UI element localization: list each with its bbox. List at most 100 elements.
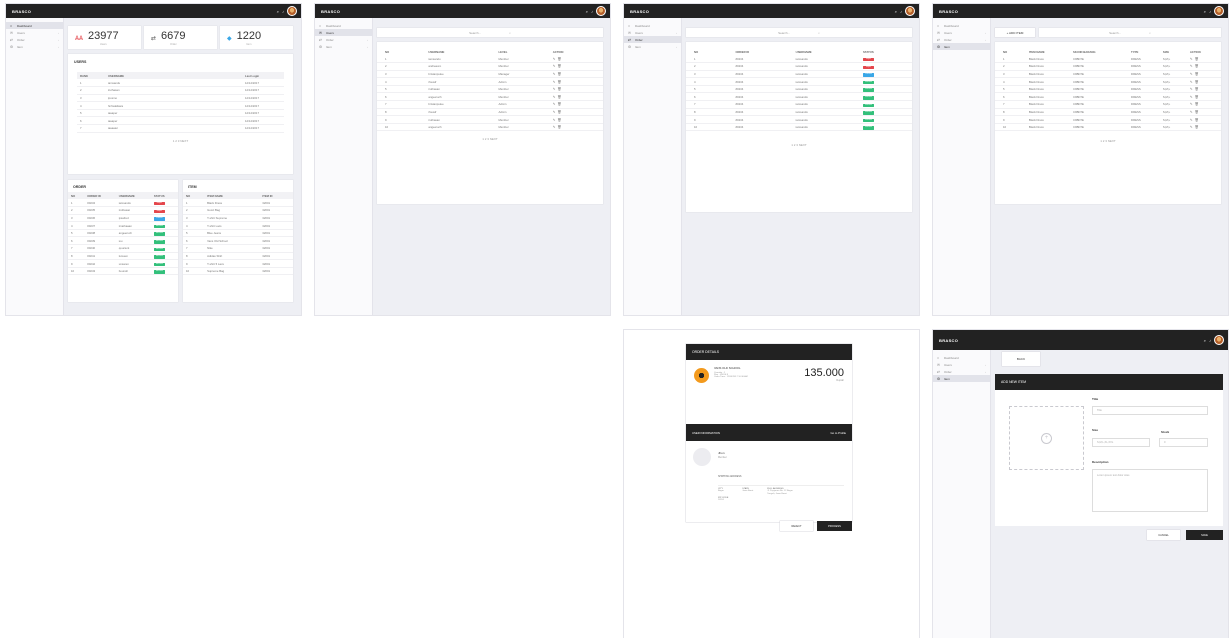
cancel-button[interactable]: CANCEL (1147, 530, 1180, 540)
sidebar-item-item[interactable]: ⚙ Item › (315, 43, 372, 50)
sidebar-item-order[interactable]: ⇄ Order › (6, 36, 63, 43)
table-row[interactable]: 5 iaaaper 12/12/2017 (77, 109, 284, 118)
trash-icon[interactable]: 🗑 (557, 95, 563, 99)
table-row[interactable]: 7 iaaaaier 12/12/2017 (77, 124, 284, 133)
table-row[interactable]: 6 Black Dress C9BD7E DRESS S,M,L ✎🗑 (995, 92, 1221, 102)
search-input[interactable]: Search... ⌕ (686, 28, 912, 37)
search-icon[interactable]: ⌕ (277, 9, 279, 14)
sidebar-item-dashboard[interactable]: ⌂ Dashboard (6, 22, 63, 29)
trash-icon[interactable]: 🗑 (1195, 102, 1201, 106)
bell-icon[interactable]: ♪ (282, 9, 284, 14)
bell-icon[interactable]: ♪ (1209, 338, 1211, 343)
table-row[interactable]: 5 iruthasan Member ✎🗑 (377, 85, 603, 94)
table-row[interactable]: 2 iruthasan 12/12/2017 (77, 86, 284, 95)
sidebar-item-item[interactable]: ⚙ Item › (624, 43, 681, 50)
sidebar-item-order[interactable]: ⇄ Order › (933, 368, 990, 375)
table-row[interactable]: 2 #0235 iruthasan Reject (68, 206, 178, 215)
process-button[interactable]: PROCESS (817, 521, 852, 531)
trash-icon[interactable]: 🗑 (557, 57, 563, 61)
size-input[interactable]: S,M,L,XL,XXL (1092, 438, 1150, 447)
trash-icon[interactable]: 🗑 (1195, 118, 1201, 122)
table-row[interactable]: 1 #0234 iamsandu Reject (686, 55, 912, 64)
table-row[interactable]: 1 iamsandu Member ✎🗑 (377, 55, 603, 64)
table-row[interactable]: 5 Black Dress C9BD7E DRESS S,M,L ✎🗑 (995, 85, 1221, 94)
search-icon[interactable]: ⌕ (1204, 9, 1206, 14)
brand-logo[interactable]: BRASCO (321, 9, 340, 14)
sidebar-item-order[interactable]: ⇄ Order (624, 36, 681, 43)
sidebar-item-order[interactable]: ⇄ Order › (315, 36, 372, 43)
sidebar-item-order[interactable]: ⇄ Order › (933, 36, 990, 43)
table-row[interactable]: 8 ihsusif Admin ✎🗑 (377, 108, 603, 117)
table-row[interactable]: 5 #0234 iamsandu Success (686, 85, 912, 94)
table-row[interactable]: 3 iposmo 12/12/2017 (77, 94, 284, 103)
table-row[interactable]: 2 #0234 iamsandu Reject (686, 62, 912, 71)
sidebar-item-users[interactable]: ✉ Users › (6, 29, 63, 36)
table-row[interactable]: 5 #0238 angeeruch Success (68, 229, 178, 238)
trash-icon[interactable]: 🗑 (557, 64, 563, 68)
go-to-profile-link[interactable]: Go to Profile (830, 431, 846, 435)
sidebar-item-dashboard[interactable]: ⌂ Dashboard (315, 22, 372, 29)
table-row[interactable]: 4 #0234 iamsandu Success (686, 77, 912, 86)
table-row[interactable]: 3 Black Dress C9BD7E DRESS S,M,L ✎🗑 (995, 70, 1221, 79)
table-row[interactable]: 1 #0234 iamsandu Reject (68, 199, 178, 208)
trash-icon[interactable]: 🗑 (1195, 64, 1201, 68)
table-row[interactable]: 2 Gucci Bag 32001 (183, 206, 293, 215)
table-row[interactable]: 3 T-shirt Supreme 32001 (183, 214, 293, 223)
table-row[interactable]: 10 Black Dress C9BD7E DRESS S,M,L ✎🗑 (995, 123, 1221, 132)
bell-icon[interactable]: ♪ (900, 9, 902, 14)
table-row[interactable]: 10 angeeruch Member ✎🗑 (377, 123, 603, 132)
table-row[interactable]: 6 Vans Old School 32001 (183, 236, 293, 246)
table-row[interactable]: 9 iruthasan Member ✎🗑 (377, 115, 603, 124)
pagination[interactable]: 1 2 3 NEXT (377, 131, 603, 141)
trash-icon[interactable]: 🗑 (557, 125, 563, 129)
brand-logo[interactable]: BRASCO (12, 9, 31, 14)
title-input[interactable]: Title (1092, 406, 1208, 415)
table-row[interactable]: 10 Supreme Bag 32001 (183, 267, 293, 276)
table-row[interactable]: 7 bristanpulee Admin ✎🗑 (377, 100, 603, 109)
trash-icon[interactable]: 🗑 (1195, 57, 1201, 61)
trash-icon[interactable]: 🗑 (1195, 125, 1201, 129)
table-row[interactable]: 2 andreaoro Member ✎🗑 (377, 62, 603, 71)
table-row[interactable]: 4 #0237 irnathaaan Success (68, 221, 178, 230)
trash-icon[interactable]: 🗑 (1195, 80, 1201, 84)
bell-icon[interactable]: ♪ (1209, 9, 1211, 14)
reject-button[interactable]: REJECT (780, 521, 813, 531)
table-row[interactable]: 4 ihsusif Admin ✎🗑 (377, 77, 603, 86)
search-input[interactable]: Search... ⌕ (377, 28, 603, 37)
table-row[interactable]: 9 #0242 unsaren Success (68, 259, 178, 268)
trash-icon[interactable]: 🗑 (557, 80, 563, 84)
table-row[interactable]: 7 Nike 32001 (183, 244, 293, 253)
table-row[interactable]: 6 iaaaper 12/12/2017 (77, 116, 284, 126)
table-row[interactable]: 8 #0241 lumaun Success (68, 252, 178, 261)
table-row[interactable]: 7 #0240 qoucient Success (68, 244, 178, 253)
table-row[interactable]: 6 angeeruch Member ✎🗑 (377, 92, 603, 102)
trash-icon[interactable]: 🗑 (1195, 72, 1201, 76)
sidebar-item-users[interactable]: ✉ Users (315, 29, 372, 36)
save-button[interactable]: SAVE (1186, 530, 1223, 540)
table-row[interactable]: 4 T-shirt Lacs 32001 (183, 221, 293, 230)
brand-logo[interactable]: BRASCO (939, 9, 958, 14)
pagination[interactable]: 1 2 3 NEXT (686, 131, 912, 147)
trash-icon[interactable]: 🗑 (557, 102, 563, 106)
table-row[interactable]: 1 iamsandu 12/12/2017 (77, 79, 284, 88)
sidebar-item-users[interactable]: ✉ Users › (624, 29, 681, 36)
table-row[interactable]: 7 #0234 iamsandu Success (686, 100, 912, 109)
image-upload-area[interactable]: + (1009, 406, 1084, 470)
table-row[interactable]: 8 Black Dress C9BD7E DRESS S,M,L ✎🗑 (995, 108, 1221, 117)
avatar[interactable] (1214, 335, 1224, 345)
sidebar-item-dashboard[interactable]: ⌂ Dashboard (624, 22, 681, 29)
trash-icon[interactable]: 🗑 (1195, 110, 1201, 114)
trash-icon[interactable]: 🗑 (1195, 95, 1201, 99)
back-button[interactable]: BACK (1002, 352, 1040, 366)
avatar[interactable] (287, 6, 297, 16)
table-row[interactable]: 8 Adidas Shirt 32001 (183, 252, 293, 261)
avatar[interactable] (596, 6, 606, 16)
add-item-button[interactable]: + ADD ITEM (995, 28, 1035, 37)
trash-icon[interactable]: 🗑 (557, 110, 563, 114)
stock-input[interactable]: 0 (1159, 438, 1208, 447)
sidebar-item-users[interactable]: ✉ Users › (933, 361, 990, 368)
search-icon[interactable]: ⌕ (586, 9, 588, 14)
trash-icon[interactable]: 🗑 (1195, 87, 1201, 91)
table-row[interactable]: 9 T-shirt 5 Lacs 32001 (183, 259, 293, 268)
sidebar-item-item[interactable]: ⚙ Item › (6, 43, 63, 50)
